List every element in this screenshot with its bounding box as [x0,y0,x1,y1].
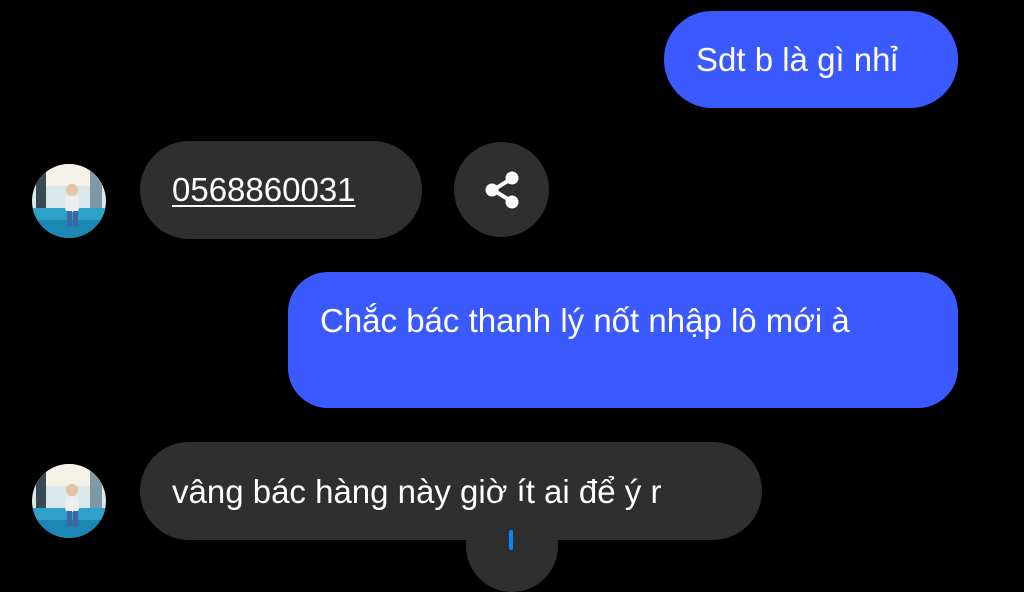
avatar[interactable] [32,464,106,538]
phone-number-link[interactable]: 0568860031 [172,171,356,208]
avatar-photo-icon [32,464,106,538]
share-icon [485,171,518,208]
share-button[interactable] [454,142,549,237]
sent-message-bubble[interactable]: Chắc bác thanh lý nốt nhập lô mới à [288,272,958,408]
received-message-bubble[interactable]: vâng bác hàng này giờ ít ai để ý r [140,442,762,540]
message-text: Sdt b là gì nhỉ [696,41,898,78]
message-text: vâng bác hàng này giờ ít ai để ý r [172,473,662,510]
sent-message-bubble[interactable]: Sdt b là gì nhỉ [664,11,958,108]
scroll-to-bottom-button[interactable] [466,500,558,592]
avatar-photo-icon [32,164,106,238]
avatar[interactable] [32,164,106,238]
received-message-bubble[interactable]: 0568860031 [140,141,422,239]
arrow-down-icon [509,530,513,550]
message-text: Chắc bác thanh lý nốt nhập lô mới à [320,302,850,339]
